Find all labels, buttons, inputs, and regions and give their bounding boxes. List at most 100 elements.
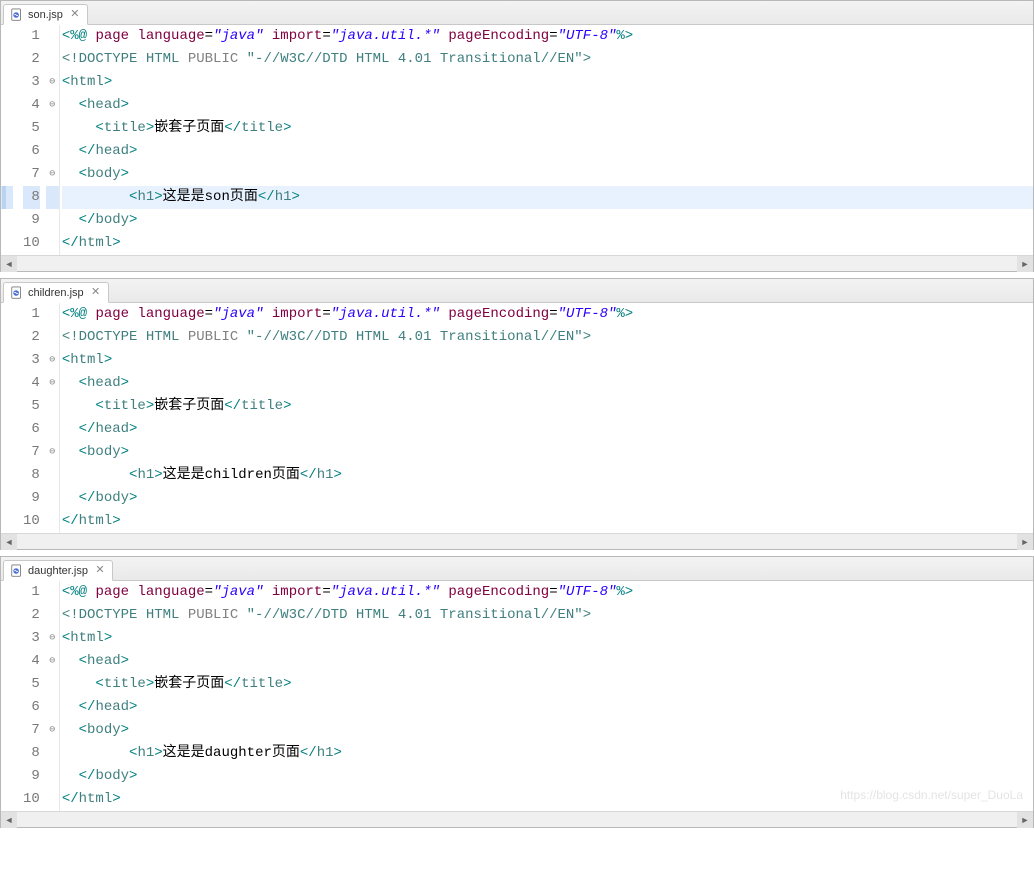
horizontal-scrollbar[interactable]: ◄► — [1, 255, 1033, 271]
code-editor[interactable]: 12345678910⊖⊖⊖<%@ page language="java" i… — [1, 25, 1033, 255]
close-icon[interactable]: ✕ — [90, 287, 102, 299]
editor-tab[interactable]: son.jsp ✕ — [3, 4, 88, 25]
code-line[interactable]: </html> — [62, 510, 1033, 533]
code-line[interactable]: <%@ page language="java" import="java.ut… — [62, 303, 1033, 326]
code-line[interactable]: <title>嵌套子页面</title> — [62, 673, 1033, 696]
code-area[interactable]: <%@ page language="java" import="java.ut… — [60, 581, 1033, 811]
code-token: < — [79, 722, 87, 738]
code-line[interactable]: <h1>这是是daughter页面</h1> — [62, 742, 1033, 765]
code-line[interactable]: <%@ page language="java" import="java.ut… — [62, 25, 1033, 48]
line-number: 5 — [23, 395, 40, 418]
fold-toggle-icon[interactable]: ⊖ — [46, 441, 59, 464]
code-line[interactable]: <body> — [62, 441, 1033, 464]
editor-tab[interactable]: daughter.jsp ✕ — [3, 560, 113, 581]
code-token: 嵌套子页面 — [154, 120, 224, 136]
fold-blank — [46, 117, 59, 140]
fold-blank — [46, 140, 59, 163]
code-line[interactable]: <body> — [62, 163, 1033, 186]
code-line[interactable]: <head> — [62, 650, 1033, 673]
fold-blank — [46, 232, 59, 255]
code-token: import — [272, 28, 322, 44]
code-line[interactable]: <h1>这是是children页面</h1> — [62, 464, 1033, 487]
scroll-right-icon[interactable]: ► — [1017, 256, 1033, 272]
code-token: body — [87, 722, 121, 738]
fold-toggle-icon[interactable]: ⊖ — [46, 163, 59, 186]
code-token: "UTF-8" — [558, 584, 617, 600]
fold-toggle-icon[interactable]: ⊖ — [46, 372, 59, 395]
code-token: body — [95, 768, 129, 784]
code-area[interactable]: <%@ page language="java" import="java.ut… — [60, 303, 1033, 533]
tab-label: son.jsp — [28, 9, 63, 21]
fold-toggle-icon[interactable]: ⊖ — [46, 71, 59, 94]
code-token: = — [549, 28, 557, 44]
code-line[interactable]: </head> — [62, 140, 1033, 163]
code-token — [62, 97, 79, 113]
code-line[interactable]: </html> — [62, 232, 1033, 255]
scroll-left-icon[interactable]: ◄ — [1, 256, 17, 272]
scroll-left-icon[interactable]: ◄ — [1, 534, 17, 550]
code-line[interactable]: </body> — [62, 209, 1033, 232]
fold-toggle-icon[interactable]: ⊖ — [46, 94, 59, 117]
editor-tab[interactable]: children.jsp✕ — [3, 282, 109, 303]
code-token: h1 — [317, 745, 334, 761]
code-token: 嵌套子页面 — [154, 676, 224, 692]
code-token: <%@ — [62, 584, 87, 600]
code-line[interactable]: </head> — [62, 418, 1033, 441]
code-line[interactable]: <h1>这是是son页面</h1> — [62, 186, 1033, 209]
fold-blank — [46, 418, 59, 441]
close-icon[interactable]: ✕ — [94, 565, 106, 577]
code-line[interactable]: </body> — [62, 765, 1033, 788]
code-line[interactable]: <!DOCTYPE HTML PUBLIC "-//W3C//DTD HTML … — [62, 604, 1033, 627]
code-line[interactable]: <html> — [62, 349, 1033, 372]
horizontal-scrollbar[interactable]: ◄► — [1, 533, 1033, 549]
code-token: 这是是daughter页面 — [163, 745, 300, 761]
code-token: html — [70, 352, 104, 368]
code-line[interactable]: <!DOCTYPE HTML PUBLIC "-//W3C//DTD HTML … — [62, 48, 1033, 71]
code-token — [62, 467, 129, 483]
code-editor[interactable]: 12345678910⊖⊖⊖<%@ page language="java" i… — [1, 581, 1033, 811]
scroll-left-icon[interactable]: ◄ — [1, 812, 17, 828]
code-line[interactable]: <title>嵌套子页面</title> — [62, 117, 1033, 140]
code-token: = — [205, 28, 213, 44]
code-line[interactable]: <head> — [62, 372, 1033, 395]
code-line[interactable]: <html> — [62, 627, 1033, 650]
scroll-right-icon[interactable]: ► — [1017, 534, 1033, 550]
code-line[interactable]: <head> — [62, 94, 1033, 117]
code-line[interactable]: <title>嵌套子页面</title> — [62, 395, 1033, 418]
code-token: > — [146, 398, 154, 414]
fold-toggle-icon[interactable]: ⊖ — [46, 719, 59, 742]
horizontal-scrollbar[interactable]: ◄► — [1, 811, 1033, 827]
code-token: <!DOCTYPE HTML — [62, 51, 188, 67]
code-token: = — [205, 584, 213, 600]
code-token: title — [104, 676, 146, 692]
code-token: < — [95, 120, 103, 136]
code-line[interactable]: <html> — [62, 71, 1033, 94]
code-token: <%@ — [62, 306, 87, 322]
code-token: < — [62, 74, 70, 90]
code-token: > — [146, 676, 154, 692]
tab-label: daughter.jsp — [28, 565, 88, 577]
code-line[interactable]: <!DOCTYPE HTML PUBLIC "-//W3C//DTD HTML … — [62, 326, 1033, 349]
code-token: < — [79, 444, 87, 460]
code-area[interactable]: <%@ page language="java" import="java.ut… — [60, 25, 1033, 255]
line-number: 1 — [23, 581, 40, 604]
code-line[interactable]: </html> — [62, 788, 1033, 811]
code-token: head — [87, 653, 121, 669]
code-line[interactable]: <%@ page language="java" import="java.ut… — [62, 581, 1033, 604]
close-icon[interactable]: ✕ — [69, 9, 81, 21]
code-line[interactable]: </body> — [62, 487, 1033, 510]
code-editor[interactable]: 12345678910⊖⊖⊖<%@ page language="java" i… — [1, 303, 1033, 533]
code-token: "java" — [213, 306, 263, 322]
code-token: title — [104, 120, 146, 136]
fold-toggle-icon[interactable]: ⊖ — [46, 349, 59, 372]
scroll-right-icon[interactable]: ► — [1017, 812, 1033, 828]
code-token: html — [79, 791, 113, 807]
code-line[interactable]: </head> — [62, 696, 1033, 719]
fold-toggle-icon[interactable]: ⊖ — [46, 650, 59, 673]
selection-marker — [2, 186, 6, 209]
code-line[interactable]: <body> — [62, 719, 1033, 742]
code-token: language — [137, 28, 204, 44]
code-token — [62, 745, 129, 761]
code-token: </ — [79, 768, 96, 784]
fold-toggle-icon[interactable]: ⊖ — [46, 627, 59, 650]
